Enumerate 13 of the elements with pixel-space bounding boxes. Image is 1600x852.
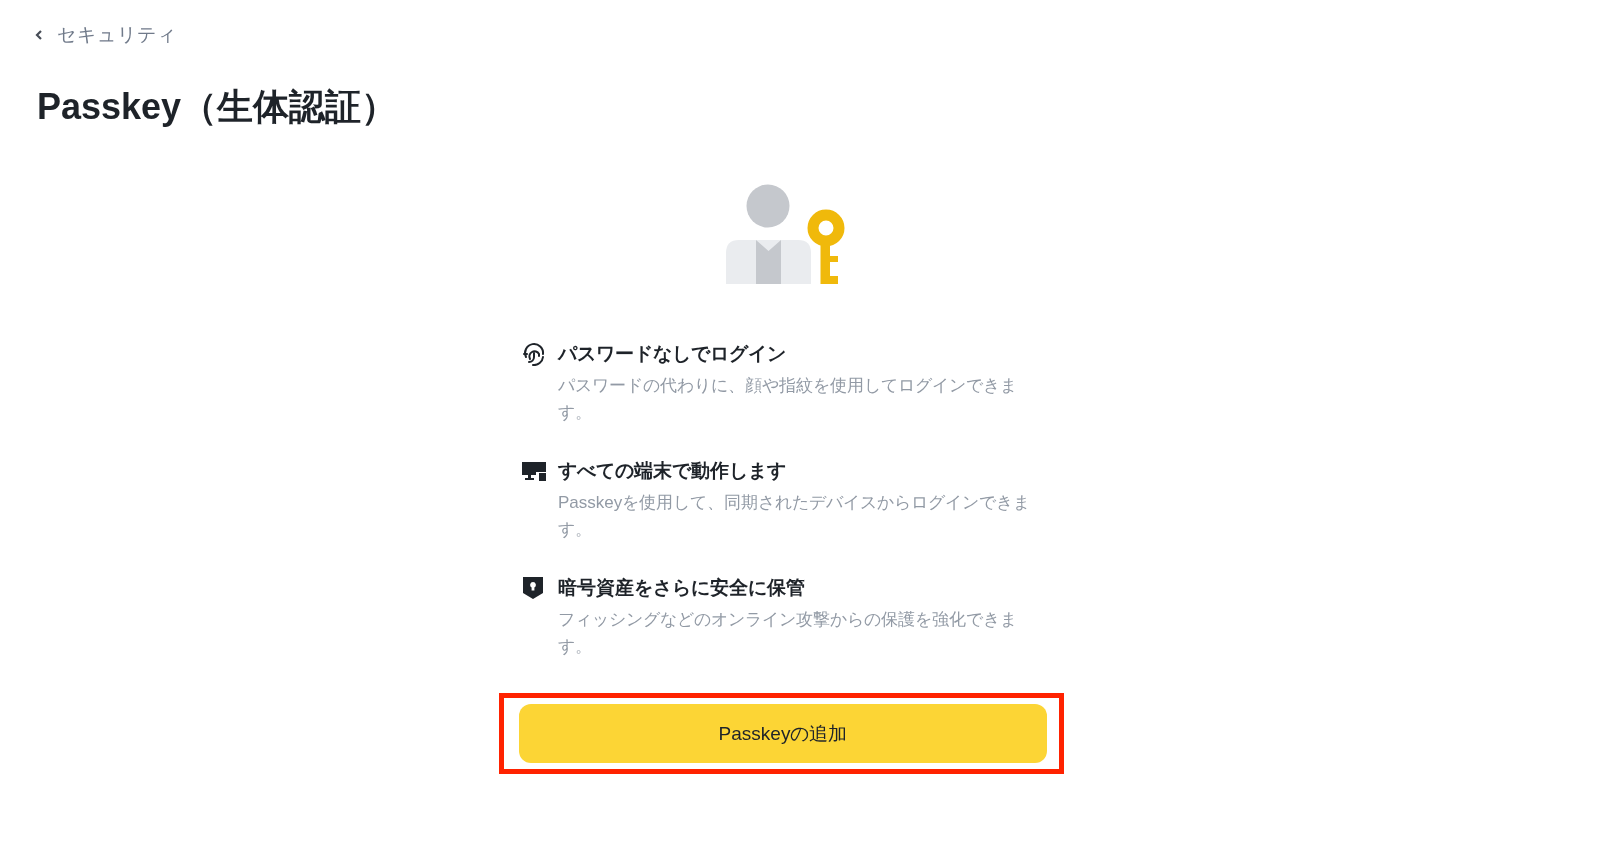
devices-icon [522,460,546,482]
add-passkey-button[interactable]: Passkeyの追加 [519,704,1047,763]
feature-title: パスワードなしでログイン [558,342,787,366]
shield-keyhole-icon [522,576,544,600]
feature-description: パスワードの代わりに、顔や指紋を使用してログインできます。 [558,375,1018,424]
chevron-left-icon [35,30,43,40]
feature-title: すべての端末で動作します [558,459,787,483]
page-title: Passkey（生体認証） [37,85,398,129]
fingerprint-icon [522,342,546,366]
feature-title: 暗号資産をさらに安全に保管 [558,576,806,600]
feature-description: Passkeyを使用して、同期されたデバイスからログインできます。 [558,492,1032,541]
feature-description: フィッシングなどのオンライン攻撃からの保護を強化できます。 [558,609,1018,658]
back-link[interactable]: セキュリティ [35,24,177,46]
